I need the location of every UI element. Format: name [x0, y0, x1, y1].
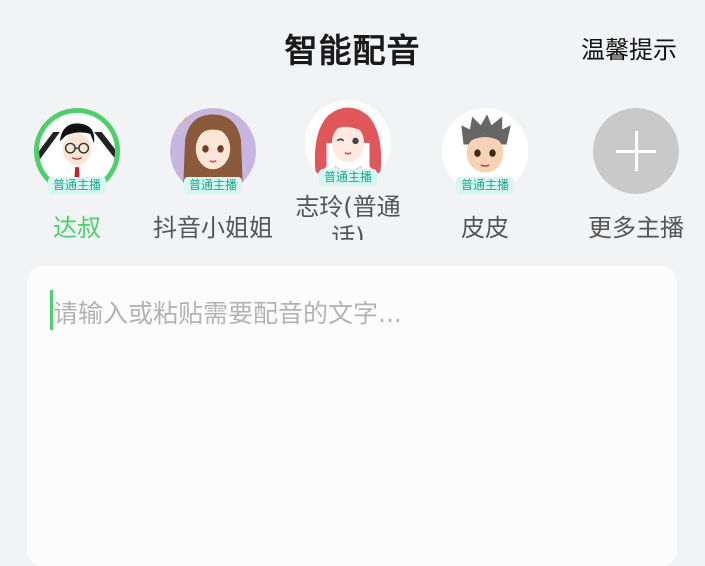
text-input-placeholder: 请输入或粘贴需要配音的文字... — [53, 299, 402, 328]
more-voices-label: 更多主播 — [588, 214, 684, 242]
voice-item-zhiling[interactable]: 普通主播 志玲(普通话) — [273, 92, 423, 252]
voice-list: 普通主播 达叔 普通主播 抖音小姐姐 普通主播 志玲(普通话) 普通主播 皮皮 … — [0, 100, 705, 260]
voice-badge: 普通主播 — [47, 177, 107, 194]
tips-link[interactable]: 温馨提示 — [581, 30, 677, 65]
voice-item-dashu[interactable]: 普通主播 达叔 — [2, 100, 152, 260]
voice-item-douyin[interactable]: 普通主播 抖音小姐姐 — [138, 100, 288, 260]
more-voices-button[interactable]: 更多主播 — [561, 100, 705, 260]
plus-icon — [593, 108, 679, 194]
voice-name: 抖音小姐姐 — [153, 214, 273, 242]
avatar-container: 普通主播 — [170, 108, 256, 194]
avatar-container: 普通主播 — [34, 108, 120, 194]
voice-item-pipi[interactable]: 普通主播 皮皮 — [410, 100, 560, 260]
voice-badge: 普通主播 — [318, 169, 378, 186]
avatar-container: 普通主播 — [305, 100, 391, 186]
avatar-container: 普通主播 — [442, 108, 528, 194]
voice-badge: 普通主播 — [183, 177, 243, 194]
voice-name: 达叔 — [53, 214, 101, 242]
voice-name: 志玲(普通话) — [295, 193, 401, 240]
header: 智能配音 温馨提示 — [0, 0, 705, 90]
text-input-area[interactable]: 请输入或粘贴需要配音的文字... — [27, 266, 677, 566]
voice-name: 皮皮 — [461, 214, 509, 242]
voice-badge: 普通主播 — [455, 177, 515, 194]
